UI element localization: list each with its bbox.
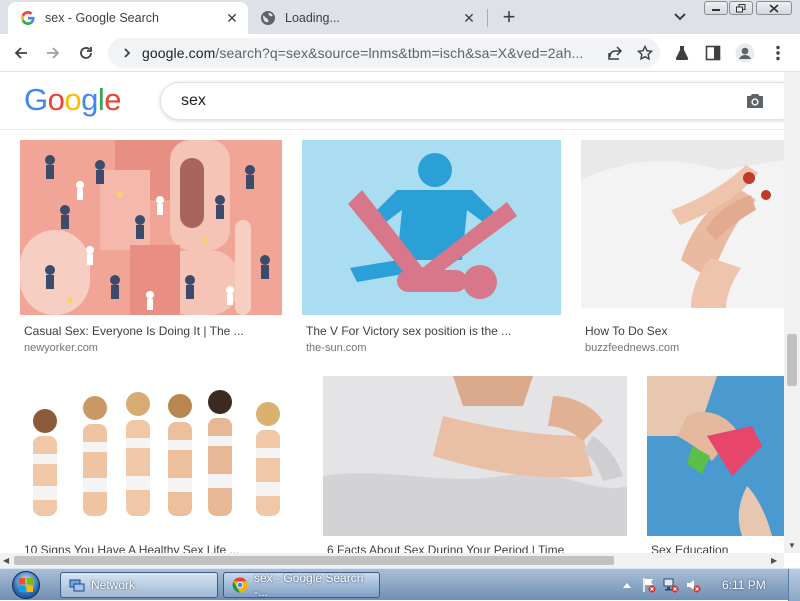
back-button[interactable] [8,40,34,66]
profile-avatar-icon[interactable] [732,40,758,66]
extensions-flask-icon[interactable] [669,40,695,66]
logo-letter: o [47,82,65,117]
tab-search-chevron-icon[interactable] [670,7,690,27]
image-result[interactable]: 10 Signs You Have A Healthy Sex Life ... [20,376,303,553]
taskbar-item-label: Network [91,578,136,592]
minimize-button[interactable] [704,1,728,15]
result-caption[interactable]: Casual Sex: Everyone Is Doing It | The .… [24,324,244,338]
chrome-icon [232,577,248,593]
action-center-flag-icon[interactable] [638,577,660,593]
result-thumbnail[interactable] [323,376,627,536]
forward-button[interactable] [40,40,66,66]
logo-letter: o [64,82,82,117]
start-button[interactable] [4,570,48,600]
result-thumbnail[interactable] [20,140,282,315]
scroll-left-arrow-icon[interactable]: ◀ [3,556,9,565]
image-result[interactable]: The V For Victory sex position is the ..… [302,140,561,356]
result-thumbnail[interactable] [302,140,561,315]
address-bar[interactable]: google.com/search?q=sex&source=lnms&tbm=… [108,38,660,68]
google-logo[interactable]: Google [24,82,122,118]
url-host: google.com [142,45,216,61]
share-icon[interactable] [600,45,630,61]
globe-icon [260,10,276,26]
taskbar-item-chrome[interactable]: sex - Google Search -... [223,571,380,599]
tab-loading[interactable]: Loading... ✕ [250,2,485,34]
horizontal-scrollbar[interactable]: ◀ ▶ [0,553,784,568]
image-result[interactable]: Casual Sex: Everyone Is Doing It | The .… [20,140,282,356]
show-desktop-button[interactable] [788,569,800,601]
network-folder-icon [69,577,85,593]
logo-letter: G [24,82,48,117]
side-panel-icon[interactable] [700,40,726,66]
result-caption[interactable]: 10 Signs You Have A Healthy Sex Life ... [24,543,239,553]
system-tray [616,569,800,601]
image-result[interactable]: 6 Facts About Sex During Your Period | T… [323,376,627,553]
volume-muted-icon[interactable] [682,577,704,593]
tab-title: Loading... [285,11,340,25]
browser-window: sex - Google Search ✕ Loading... ✕ + goo… [0,0,800,568]
result-thumbnail[interactable] [581,140,784,308]
tab-google-search[interactable]: sex - Google Search ✕ [8,2,248,34]
network-status-icon[interactable] [660,577,682,593]
tab-strip: sex - Google Search ✕ Loading... ✕ + [0,0,800,34]
vertical-scrollbar[interactable]: ▼ [784,72,800,553]
result-thumbnail[interactable] [647,376,784,536]
menu-kebab-icon[interactable] [765,40,791,66]
result-caption[interactable]: Sex Education [651,543,728,553]
result-caption[interactable]: How To Do Sex [585,324,667,338]
image-result[interactable]: How To Do Sex buzzfeednews.com [581,140,784,356]
close-window-button[interactable] [756,1,792,15]
search-query[interactable]: sex [181,92,741,110]
logo-letter: g [81,82,98,117]
close-tab-icon[interactable]: ✕ [222,8,242,28]
result-source[interactable]: buzzfeednews.com [585,342,679,354]
reload-button[interactable] [73,40,99,66]
scroll-right-arrow-icon[interactable]: ▶ [771,556,777,565]
image-results-grid: Casual Sex: Everyone Is Doing It | The .… [0,130,784,553]
logo-letter: e [104,82,122,117]
google-g-icon [20,10,36,26]
vertical-scroll-thumb[interactable] [787,334,797,386]
google-header: Google sex [0,72,800,130]
image-result[interactable]: Sex Education [647,376,784,553]
show-hidden-icons-icon[interactable] [616,581,638,589]
tab-divider [487,9,488,27]
windows-logo-icon [12,571,40,599]
camera-search-icon[interactable] [741,93,769,109]
new-tab-button[interactable]: + [497,4,521,29]
tab-title: sex - Google Search [45,11,159,25]
site-info-icon[interactable] [112,47,142,59]
close-tab-icon[interactable]: ✕ [459,8,479,28]
result-caption[interactable]: 6 Facts About Sex During Your Period | T… [327,543,564,553]
result-caption[interactable]: The V For Victory sex position is the ..… [306,324,511,338]
windows-taskbar: Network sex - Google Search -... 6:11 PM [0,568,800,601]
search-box[interactable]: sex [160,82,800,120]
url-path: /search?q=sex&source=lnms&tbm=isch&sa=X&… [215,45,584,61]
taskbar-item-network[interactable]: Network [60,572,218,598]
url-text[interactable]: google.com/search?q=sex&source=lnms&tbm=… [142,45,600,61]
bookmark-star-icon[interactable] [630,45,660,61]
result-source[interactable]: the-sun.com [306,342,367,354]
restore-button[interactable] [729,1,753,15]
horizontal-scroll-thumb[interactable] [14,556,614,565]
browser-toolbar: google.com/search?q=sex&source=lnms&tbm=… [0,34,800,72]
result-source[interactable]: newyorker.com [24,342,98,354]
result-thumbnail[interactable] [20,376,303,536]
taskbar-item-label: sex - Google Search -... [254,571,364,599]
taskbar-clock[interactable]: 6:11 PM [722,578,766,592]
scroll-down-arrow-icon[interactable]: ▼ [788,541,796,550]
